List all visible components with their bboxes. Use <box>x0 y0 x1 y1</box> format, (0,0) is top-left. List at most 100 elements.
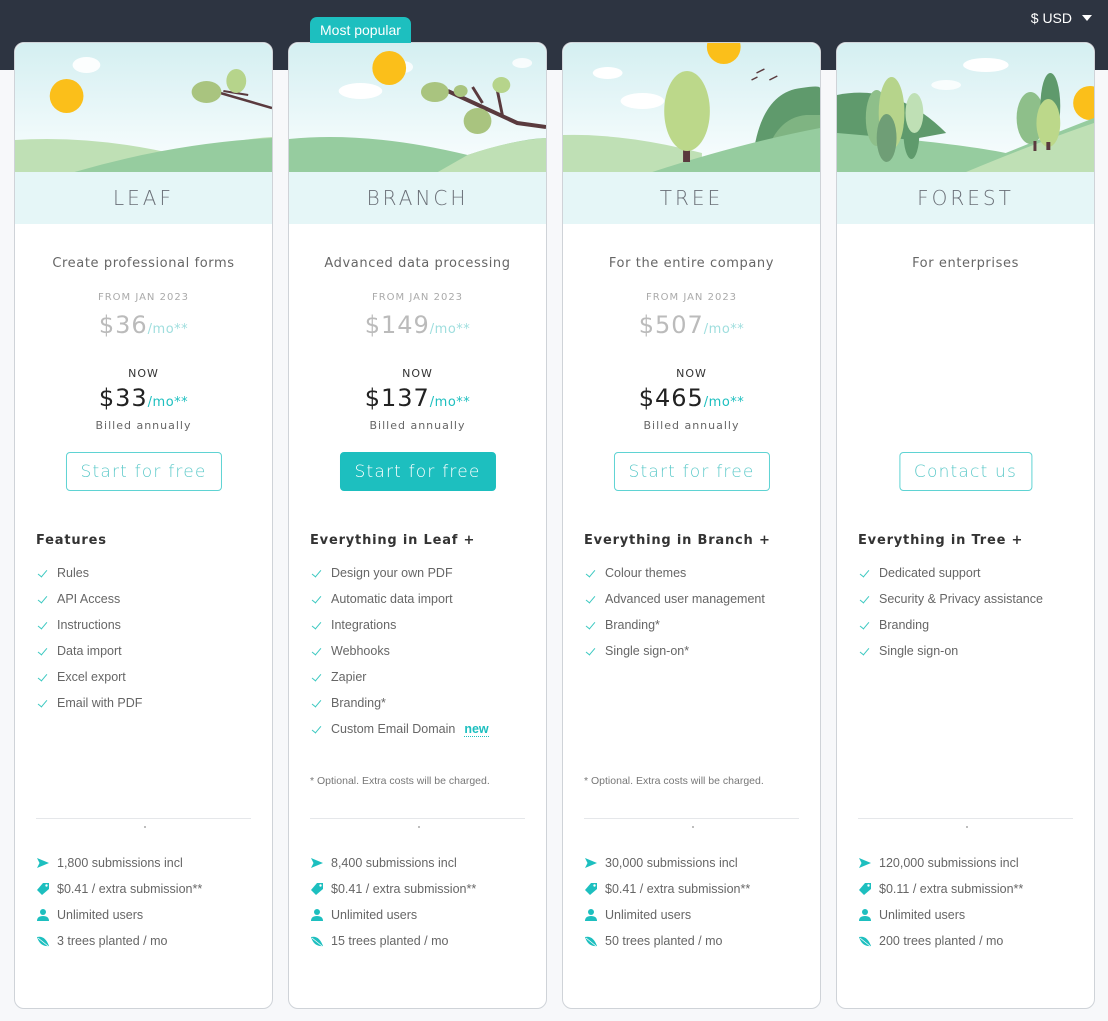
current-price: $465/mo** <box>563 384 820 412</box>
feature-label: Automatic data import <box>331 592 453 606</box>
feature-item: Advanced user management <box>584 586 765 612</box>
check-icon <box>36 644 50 658</box>
plan-name: BRANCH <box>366 186 469 210</box>
check-icon <box>310 592 324 606</box>
check-icon <box>36 592 50 606</box>
feature-item: Design your own PDF <box>310 560 489 586</box>
tier-band: LEAF <box>15 172 272 224</box>
stat-users-text: Unlimited users <box>605 908 692 922</box>
price-tag-icon <box>36 882 50 896</box>
old-price-period: /mo** <box>703 322 745 337</box>
check-icon <box>310 566 324 580</box>
feature-label: Design your own PDF <box>331 566 453 580</box>
leaf-icon <box>310 934 324 948</box>
feature-item: Dedicated support <box>858 560 1043 586</box>
feature-label: Branding <box>879 618 930 632</box>
current-price-amount: $137 <box>364 384 430 412</box>
start-for-free-button[interactable]: Start for free <box>65 452 222 491</box>
contact-us-button[interactable]: Contact us <box>898 452 1033 491</box>
price-tag-icon <box>858 882 872 896</box>
send-icon <box>584 856 598 870</box>
plan-tagline: Create professional forms <box>52 256 235 271</box>
feature-item: Webhooks <box>310 638 489 664</box>
divider <box>36 818 251 819</box>
check-icon <box>584 618 598 632</box>
old-price-amount: $507 <box>638 311 704 339</box>
feature-item: Single sign-on <box>858 638 1043 664</box>
check-icon <box>858 618 872 632</box>
stat-users: Unlimited users <box>36 902 202 928</box>
stat-extra: $0.41 / extra submission** <box>584 876 750 902</box>
current-price-amount: $465 <box>638 384 704 412</box>
send-icon <box>310 856 324 870</box>
stat-submissions-text: 8,400 submissions incl <box>331 856 457 870</box>
check-icon <box>858 566 872 580</box>
check-icon <box>584 592 598 606</box>
feature-list: Dedicated support Security & Privacy assi… <box>858 560 1043 664</box>
feature-item: Branding* <box>584 612 765 638</box>
tier-band: BRANCH <box>289 172 546 224</box>
feature-label: Dedicated support <box>879 566 981 580</box>
feature-label: Advanced user management <box>605 592 765 606</box>
now-label: NOW <box>676 367 707 380</box>
stat-extra-text: $0.41 / extra submission** <box>331 882 477 896</box>
now-label: NOW <box>402 367 433 380</box>
stat-trees: 3 trees planted / mo <box>36 928 202 954</box>
tier-band: FOREST <box>837 172 1094 224</box>
new-badge[interactable]: new <box>464 722 489 737</box>
feature-item: Zapier <box>310 664 489 690</box>
stat-extra-text: $0.41 / extra submission** <box>57 882 203 896</box>
old-price: $36/mo** <box>15 311 272 339</box>
divider-dot <box>143 826 146 828</box>
start-for-free-button-primary[interactable]: Start for free <box>339 452 496 491</box>
plan-card-branch: Most popular BRANCH Advanced data proces… <box>288 17 547 1009</box>
stat-users: Unlimited users <box>310 902 476 928</box>
user-icon <box>36 908 50 922</box>
divider <box>584 818 799 819</box>
stat-extra-text: $0.11 / extra submission** <box>879 882 1024 896</box>
features-heading: Features <box>36 533 107 548</box>
check-icon <box>584 644 598 658</box>
feature-label: Rules <box>57 566 89 580</box>
stat-trees-text: 50 trees planted / mo <box>605 934 723 948</box>
start-for-free-button[interactable]: Start for free <box>613 452 770 491</box>
plan-card-leaf: LEAF Create professional forms FROM JAN … <box>14 42 273 1009</box>
old-price-amount: $149 <box>364 311 430 339</box>
check-icon <box>310 618 324 632</box>
feature-item: Data import <box>36 638 142 664</box>
stat-users: Unlimited users <box>584 902 750 928</box>
feature-item: Automatic data import <box>310 586 489 612</box>
feature-label: Branding* <box>605 618 660 632</box>
divider <box>310 818 525 819</box>
feature-item: Branding <box>858 612 1043 638</box>
price-tag-icon <box>310 882 324 896</box>
plan-tagline: For enterprises <box>912 256 1019 271</box>
stat-extra: $0.11 / extra submission** <box>858 876 1023 902</box>
stat-users-text: Unlimited users <box>879 908 966 922</box>
currency-selector[interactable]: $ USD <box>1031 10 1092 26</box>
check-icon <box>310 722 324 736</box>
feature-label: Colour themes <box>605 566 687 580</box>
plan-illustration <box>837 43 1094 172</box>
stat-trees-text: 15 trees planted / mo <box>331 934 449 948</box>
stat-extra: $0.41 / extra submission** <box>310 876 476 902</box>
feature-item: Branding* <box>310 690 489 716</box>
stat-trees-text: 200 trees planted / mo <box>879 934 1004 948</box>
feature-item: Email with PDF <box>36 690 142 716</box>
billing-note: Billed annually <box>95 419 192 432</box>
billing-note: Billed annually <box>643 419 740 432</box>
plan-tagline: Advanced data processing <box>324 256 511 271</box>
feature-label: Single sign-on* <box>605 644 690 658</box>
send-icon <box>36 856 50 870</box>
tier-band: TREE <box>563 172 820 224</box>
stat-extra: $0.41 / extra submission** <box>36 876 202 902</box>
feature-label: Security & Privacy assistance <box>879 592 1043 606</box>
feature-item: Rules <box>36 560 142 586</box>
feature-item: Custom Email Domain new <box>310 716 489 742</box>
plan-stats: 1,800 submissions incl $0.41 / extra sub… <box>36 850 202 954</box>
current-price: $137/mo** <box>289 384 546 412</box>
stat-submissions: 30,000 submissions incl <box>584 850 750 876</box>
now-label: NOW <box>128 367 159 380</box>
feature-label: API Access <box>57 592 121 606</box>
check-icon <box>858 592 872 606</box>
